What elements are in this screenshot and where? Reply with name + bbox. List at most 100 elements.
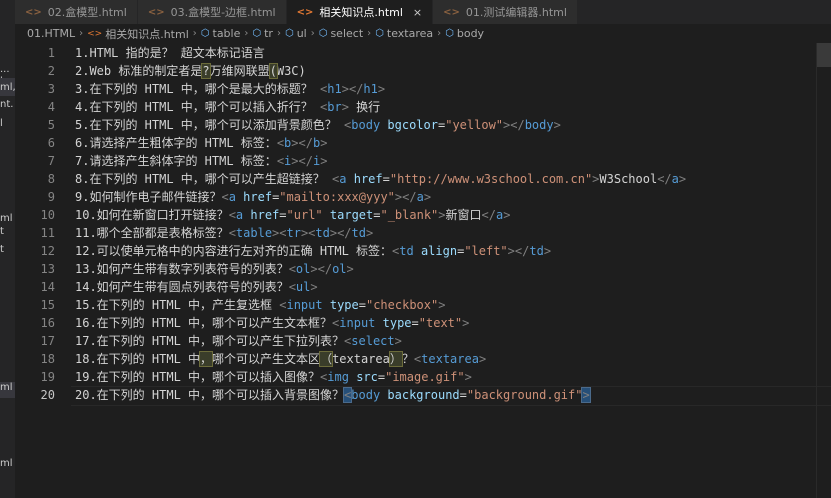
breadcrumb: 01.HTML › <> 相关知识点.html › ⬡ table › ⬡ tr › … (15, 24, 831, 43)
code-text[interactable]: 16.在下列的 HTML 中，哪个可以产生文本框？<input type="te… (75, 314, 469, 332)
code-text[interactable]: 17.在下列的 HTML 中，哪个可以产生下拉列表？<select> (75, 332, 402, 350)
code-line[interactable]: 4 4.在下列的 HTML 中，哪个可以插入折行？ <br> 换行 (15, 98, 380, 116)
code-text[interactable]: 8.在下列的 HTML 中，哪个可以产生超链接？ <a href="http:/… (75, 170, 686, 188)
code-text[interactable]: 10.如何在新窗口打开链接？<a href="url" target="_bla… (75, 206, 510, 224)
code-line[interactable]: 16 16.在下列的 HTML 中，哪个可以产生文本框？<input type="… (15, 314, 470, 332)
code-line[interactable]: 2 2.Web 标准的制定者是?万维网联盟(W3C) (15, 62, 306, 80)
code-text[interactable]: 4.在下列的 HTML 中，哪个可以插入折行？ <br> 换行 (75, 98, 380, 116)
breadcrumb-element[interactable]: ⬡ tr (252, 27, 273, 40)
code-line[interactable]: 20 20.在下列的 HTML 中，哪个可以插入背景图像？<body backgr… (15, 386, 591, 404)
code-line[interactable]: 3 3.在下列的 HTML 中，哪个是最大的标题？ <h1></h1> (15, 80, 385, 98)
line-number: 7 (47, 154, 55, 168)
sidebar-fragment[interactable]: ml (0, 382, 13, 393)
line-number: 10 (40, 208, 55, 222)
code-text[interactable]: 6.请选择产生粗体字的 HTML 标签：<b></b> (75, 134, 327, 152)
code-text[interactable]: 2.Web 标准的制定者是?万维网联盟(W3C) (75, 62, 306, 80)
code-text[interactable]: 9.如何制作电子邮件链接？<a href="mailto:xxx@yyy"></… (75, 188, 431, 206)
code-line[interactable]: 6 6.请选择产生粗体字的 HTML 标签：<b></b> (15, 134, 328, 152)
line-number: 14 (40, 280, 55, 294)
breadcrumb-folder[interactable]: 01.HTML (27, 27, 75, 40)
code-line[interactable]: 14 14.如何产生带有圆点列表符号的列表？<ul> (15, 278, 318, 296)
sidebar-fragment[interactable]: l (0, 118, 3, 129)
code-line[interactable]: 18 18.在下列的 HTML 中，哪个可以产生文本区（textarea）？<te… (15, 350, 486, 368)
code-text[interactable]: 13.如何产生带有数字列表符号的列表？<ol></ol> (75, 260, 354, 278)
line-number: 17 (40, 334, 55, 348)
code-line[interactable]: 1 1.HTML 指的是？ 超文本标记语言 (15, 44, 265, 62)
sidebar-fragment[interactable]: t (0, 226, 4, 237)
tab-related-knowledge[interactable]: <> 相关知识点.html × (286, 0, 434, 24)
code-text[interactable]: 11.哪个全部都是表格标签？<table><tr><td></td> (75, 224, 373, 242)
code-text[interactable]: 12.可以使单元格中的内容进行左对齐的正确 HTML 标签：<td align=… (75, 242, 551, 260)
minimap-slider[interactable] (817, 43, 831, 67)
tab-label: 相关知识点.html (319, 6, 403, 19)
tab-03-box-model-border[interactable]: <> 03.盒模型-边框.html (137, 0, 287, 24)
code-line[interactable]: 8 8.在下列的 HTML 中，哪个可以产生超链接？ <a href="http:… (15, 170, 686, 188)
line-number: 13 (40, 262, 55, 276)
code-text[interactable]: 19.在下列的 HTML 中，哪个可以插入图像？<img src="image.… (75, 368, 472, 386)
cube-icon: ⬡ (318, 28, 328, 39)
code-line[interactable]: 7 7.请选择产生斜体字的 HTML 标签：<i></i> (15, 152, 328, 170)
line-number: 18 (40, 352, 55, 366)
tab-02-box-model[interactable]: <> 02.盒模型.html (15, 0, 138, 24)
cube-icon: ⬡ (375, 28, 384, 39)
code-text[interactable]: 18.在下列的 HTML 中，哪个可以产生文本区（textarea）？<text… (75, 350, 486, 368)
code-text[interactable]: 5.在下列的 HTML 中，哪个可以添加背景颜色？ <body bgcolor=… (75, 116, 561, 134)
line-number: 3 (47, 82, 55, 96)
sidebar-fragment[interactable]: ml (0, 213, 13, 224)
chevron-right-icon: › (437, 28, 442, 39)
code-text[interactable]: 7.请选择产生斜体字的 HTML 标签：<i></i> (75, 152, 327, 170)
code-text[interactable]: 15.在下列的 HTML 中，产生复选框 <input type="checkb… (75, 296, 445, 314)
html-file-icon: <> (147, 6, 165, 18)
html-file-icon: <> (443, 6, 460, 18)
code-line[interactable]: 10 10.如何在新窗口打开链接？<a href="url" target="_b… (15, 206, 511, 224)
code-line[interactable]: 13 13.如何产生带有数字列表符号的列表？<ol></ol> (15, 260, 354, 278)
code-editor[interactable]: 1 1.HTML 指的是？ 超文本标记语言 2 2.Web 标准的制定者是?万维网联盟… (15, 43, 831, 498)
cube-icon: ⬡ (445, 28, 454, 39)
sidebar-fragment[interactable]: t (0, 244, 4, 255)
minimap[interactable] (816, 43, 831, 498)
line-number: 19 (40, 370, 55, 384)
code-line[interactable]: 5 5.在下列的 HTML 中，哪个可以添加背景颜色？ <body bgcolor… (15, 116, 561, 134)
breadcrumb-element[interactable]: ⬡ ul (285, 27, 307, 40)
sidebar-fragment[interactable]: ml, (0, 82, 15, 93)
code-line[interactable]: 17 17.在下列的 HTML 中，哪个可以产生下拉列表？<select> (15, 332, 402, 350)
sidebar-fragment[interactable]: ml (0, 458, 13, 469)
sidebar-fragment[interactable]: nt. (0, 99, 13, 110)
line-number: 11 (40, 226, 55, 240)
chevron-right-icon: › (79, 28, 84, 39)
cube-icon: ⬡ (284, 28, 294, 39)
code-text[interactable]: 1.HTML 指的是？ 超文本标记语言 (75, 44, 265, 62)
close-icon[interactable]: × (413, 6, 422, 19)
breadcrumb-element[interactable]: ⬡ body (445, 27, 484, 40)
line-number: 16 (40, 316, 55, 330)
line-number: 2 (47, 64, 55, 78)
chevron-right-icon: › (367, 28, 372, 39)
breadcrumb-element[interactable]: ⬡ table (201, 27, 241, 40)
editor-tab-bar: <> 02.盒模型.html <> 03.盒模型-边框.html <> 相关知识… (15, 0, 831, 24)
line-number: 9 (47, 190, 55, 204)
chevron-right-icon: › (276, 28, 281, 39)
line-number: 1 (47, 46, 55, 60)
breadcrumb-element[interactable]: ⬡ textarea (375, 27, 433, 40)
html-file-icon: <> (87, 28, 103, 39)
tab-01-test-editor[interactable]: <> 01.测试编辑器.html (433, 0, 578, 24)
code-line[interactable]: 15 15.在下列的 HTML 中，产生复选框 <input type="chec… (15, 296, 446, 314)
html-file-icon: <> (296, 6, 314, 18)
tab-label: 02.盒模型.html (47, 6, 127, 19)
line-number: 20 (40, 388, 55, 402)
tab-label: 03.盒模型-边框.html (170, 6, 276, 19)
breadcrumb-file[interactable]: <> 相关知识点.html (87, 26, 189, 42)
code-text[interactable]: 3.在下列的 HTML 中，哪个是最大的标题？ <h1></h1> (75, 80, 385, 98)
code-line[interactable]: 11 11.哪个全部都是表格标签？<table><tr><td></td> (15, 224, 374, 242)
code-line[interactable]: 9 9.如何制作电子邮件链接？<a href="mailto:xxx@yyy"><… (15, 188, 431, 206)
code-text[interactable]: 14.如何产生带有圆点列表符号的列表？<ul> (75, 278, 318, 296)
line-number: 6 (47, 136, 55, 150)
line-number: 4 (47, 100, 55, 114)
line-number: 5 (47, 118, 55, 132)
code-line[interactable]: 19 19.在下列的 HTML 中，哪个可以插入图像？<img src="imag… (15, 368, 472, 386)
chevron-right-icon: › (244, 28, 249, 39)
code-line[interactable]: 12 12.可以使单元格中的内容进行左对齐的正确 HTML 标签：<td alig… (15, 242, 552, 260)
breadcrumb-element[interactable]: ⬡ select (319, 27, 363, 40)
chevron-right-icon: › (310, 28, 315, 39)
code-text[interactable]: 20.在下列的 HTML 中，哪个可以插入背景图像？<body backgrou… (75, 386, 591, 404)
